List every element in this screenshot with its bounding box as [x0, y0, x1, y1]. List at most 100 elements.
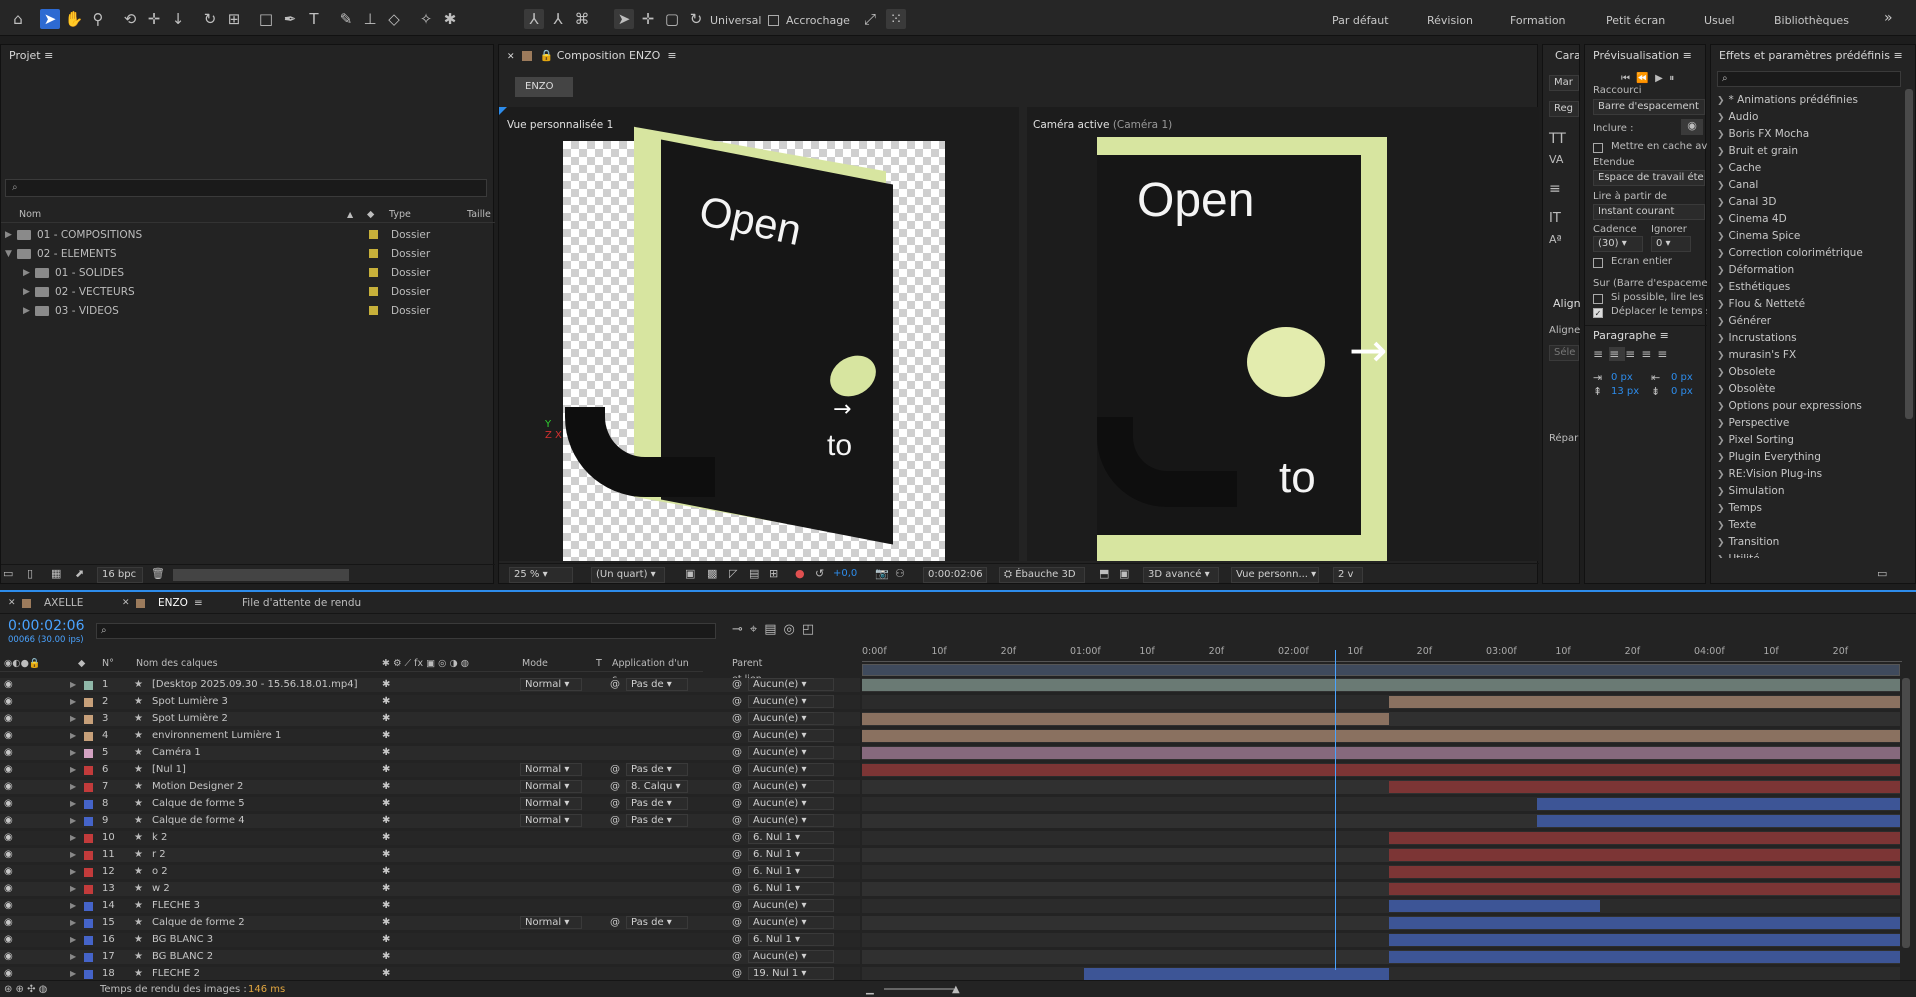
timeline-zoom-slider[interactable]: [884, 988, 954, 990]
tab-enzo-close-icon[interactable]: ✕: [122, 592, 130, 614]
layer-duration-bar[interactable]: [862, 764, 1900, 776]
justify-icon[interactable]: ≡: [1641, 347, 1657, 361]
layer-label-swatch[interactable]: [84, 834, 93, 843]
effect-category[interactable]: ❯ Plugin Everything: [1711, 449, 1903, 466]
layer-row[interactable]: ◉ ▶ 6 ★ [Nul 1] ✱ Normal ▾ @ Pas de ▾ @ Aucun(e) ▾: [0, 763, 860, 777]
expand-icon[interactable]: ▶: [23, 264, 30, 282]
layer-matte-select[interactable]: Pas de ▾: [626, 678, 688, 691]
expand-icon[interactable]: ▶: [70, 814, 76, 828]
extent-select[interactable]: Espace de travail étend: [1593, 170, 1705, 186]
3d-view-icon[interactable]: ▣: [1119, 567, 1129, 580]
layer-parent-select[interactable]: Aucun(e) ▾: [748, 712, 834, 725]
effect-category[interactable]: ❯ Déformation: [1711, 262, 1903, 279]
effect-category[interactable]: ❯ Perspective: [1711, 415, 1903, 432]
layer-parent-select[interactable]: Aucun(e) ▾: [748, 729, 834, 742]
align-right-icon[interactable]: ≡: [1625, 347, 1641, 361]
effects-scrollbar[interactable]: [1905, 89, 1913, 419]
lock-icon[interactable]: 🔒: [540, 49, 554, 62]
shy-switch-icon[interactable]: ✱: [382, 848, 390, 862]
layer-row[interactable]: ◉ ▶ 17 ★ BG BLANC 2 ✱ @ Aucun(e) ▾: [0, 950, 860, 964]
effect-category[interactable]: ❯ * Animations prédéfinies: [1711, 92, 1903, 109]
shy-switch-icon[interactable]: ✱: [382, 933, 390, 947]
shy-switch-icon[interactable]: ✱: [382, 814, 390, 828]
effect-category[interactable]: ❯ Canal 3D: [1711, 194, 1903, 211]
tab-enzo[interactable]: ENZO: [158, 592, 188, 614]
layer-matte-select[interactable]: Pas de ▾: [626, 814, 688, 827]
delete-icon[interactable]: 🗑: [151, 567, 165, 580]
parent-pickwhip-icon[interactable]: @: [732, 848, 742, 862]
effect-category[interactable]: ❯ Esthétiques: [1711, 279, 1903, 296]
if-possible-checkbox[interactable]: [1593, 294, 1603, 304]
eraser-tool-icon[interactable]: ◇: [384, 9, 404, 29]
layer-label-swatch[interactable]: [84, 698, 93, 707]
layer-duration-bar[interactable]: [1389, 917, 1900, 929]
expand-icon[interactable]: ▶: [70, 695, 76, 709]
layer-label-swatch[interactable]: [84, 766, 93, 775]
next-frame-icon[interactable]: ⏸: [1669, 73, 1674, 84]
prev-frame-icon[interactable]: ⏪: [1636, 73, 1648, 84]
sort-icon[interactable]: ▲: [347, 207, 353, 223]
expand-icon[interactable]: ▶: [23, 283, 30, 301]
home-icon[interactable]: ⌂: [8, 9, 28, 29]
layer-duration-bar[interactable]: [1389, 696, 1900, 708]
layer-parent-select[interactable]: Aucun(e) ▾: [748, 678, 834, 691]
shy-switch-icon[interactable]: ✱: [382, 950, 390, 964]
layer-name[interactable]: Calque de forme 2: [152, 916, 378, 930]
safe-zones-icon[interactable]: ▤: [749, 567, 759, 580]
snapping-label[interactable]: Accrochage: [786, 14, 850, 27]
view-select[interactable]: Vue personn... ▾: [1231, 567, 1319, 583]
pen-tool-icon[interactable]: ✒: [280, 9, 300, 29]
renderer-select[interactable]: 3D avancé ▾: [1143, 567, 1219, 583]
font-size-icon[interactable]: TT: [1549, 131, 1566, 147]
expand-icon[interactable]: ▶: [70, 916, 76, 930]
panel-menu-icon[interactable]: ≡: [1893, 49, 1902, 62]
close-icon[interactable]: ✕: [507, 52, 515, 62]
layer-label-swatch[interactable]: [84, 902, 93, 911]
layer-parent-select[interactable]: 6. Nul 1 ▾: [748, 933, 834, 946]
effect-category[interactable]: ❯ Cinema Spice: [1711, 228, 1903, 245]
zoom-out-icon[interactable]: ▁: [866, 981, 874, 997]
layer-duration-bar[interactable]: [862, 713, 1390, 725]
layer-parent-select[interactable]: Aucun(e) ▾: [748, 797, 834, 810]
layer-matte-select[interactable]: Pas de ▾: [626, 916, 688, 929]
parent-pickwhip-icon[interactable]: @: [732, 695, 742, 709]
layer-name[interactable]: Caméra 1: [152, 746, 378, 760]
layer-matte-select[interactable]: 8. Calqu ▾: [626, 780, 688, 793]
shy-switch-icon[interactable]: ✱: [382, 831, 390, 845]
column-type[interactable]: Type: [389, 207, 411, 223]
paragraph-header[interactable]: Paragraphe ≡: [1585, 325, 1707, 345]
layer-name[interactable]: BG BLANC 2: [152, 950, 378, 964]
layer-row[interactable]: ◉ ▶ 3 ★ Spot Lumière 2 ✱ @ Aucun(e) ▾: [0, 712, 860, 726]
shortcut-select[interactable]: Barre d'espacement: [1593, 99, 1705, 115]
layer-label-swatch[interactable]: [84, 783, 93, 792]
effect-category[interactable]: ❯ Temps: [1711, 500, 1903, 517]
visibility-icon[interactable]: ◉: [4, 763, 13, 777]
layer-mode-select[interactable]: Normal ▾: [520, 814, 582, 827]
expand-icon[interactable]: ▶: [23, 302, 30, 320]
workspace-review[interactable]: Révision: [1427, 14, 1473, 27]
preview-header[interactable]: Prévisualisation ≡: [1585, 45, 1705, 67]
visibility-icon[interactable]: ◉: [4, 780, 13, 794]
effect-category[interactable]: ❯ Options pour expressions: [1711, 398, 1903, 415]
expand-icon[interactable]: ▶: [70, 950, 76, 964]
column-t[interactable]: T: [596, 656, 602, 672]
zoom-select[interactable]: 25 % ▾: [509, 567, 573, 583]
layer-parent-select[interactable]: 6. Nul 1 ▾: [748, 865, 834, 878]
visibility-icon[interactable]: ◉: [4, 899, 13, 913]
move-time-checkbox[interactable]: ✓: [1593, 308, 1603, 318]
shy-switch-icon[interactable]: ✱: [382, 678, 390, 692]
visibility-icon[interactable]: ◉: [4, 916, 13, 930]
layer-name[interactable]: Calque de forme 5: [152, 797, 378, 811]
draft-3d-icon[interactable]: ⌖: [750, 622, 764, 637]
character-title[interactable]: Cara: [1543, 45, 1579, 67]
orbit-tool-icon[interactable]: ⟲: [120, 9, 140, 29]
matte-pickwhip-icon[interactable]: @: [610, 916, 620, 930]
column-mode[interactable]: Mode: [522, 656, 548, 672]
layer-duration-bar[interactable]: [862, 730, 1900, 742]
parent-pickwhip-icon[interactable]: @: [732, 950, 742, 964]
axis-world-icon[interactable]: ⅄: [548, 9, 568, 29]
effect-category[interactable]: ❯ Obsolete: [1711, 364, 1903, 381]
snapping-checkbox[interactable]: [768, 15, 779, 26]
stamp-tool-icon[interactable]: ⊥: [360, 9, 380, 29]
layer-row[interactable]: ◉ ▶ 13 ★ w 2 ✱ @6. Nul 1 ▾: [0, 882, 860, 896]
